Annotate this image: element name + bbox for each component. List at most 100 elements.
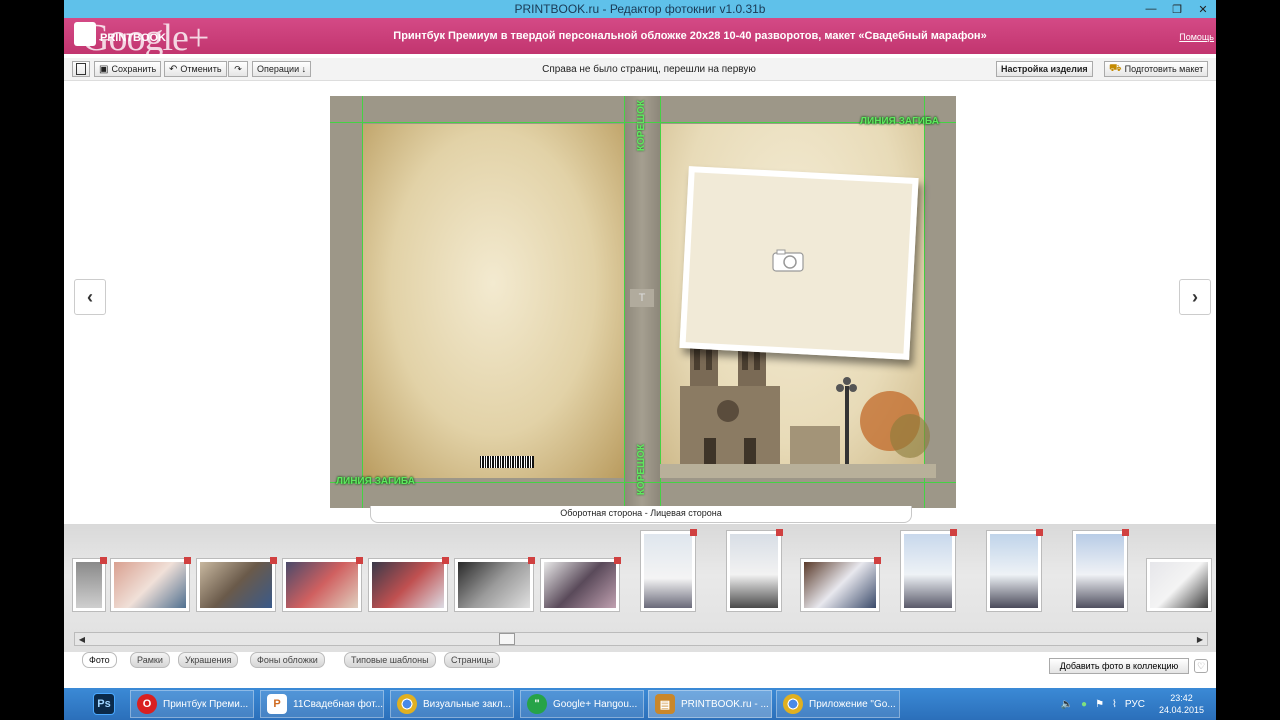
printbook-app-icon: ▤ xyxy=(655,694,675,714)
remove-photo-icon[interactable] xyxy=(442,557,449,564)
speaker-icon[interactable]: 🔈 xyxy=(1061,699,1073,710)
photo-thumbnail[interactable] xyxy=(726,529,783,612)
remove-photo-icon[interactable] xyxy=(690,529,697,536)
back-cover[interactable] xyxy=(362,124,624,478)
remove-photo-icon[interactable] xyxy=(270,557,277,564)
remove-photo-icon[interactable] xyxy=(874,557,881,564)
taskbar-chrome-bookmarks[interactable]: Визуальные закл... xyxy=(390,690,514,718)
operations-button[interactable]: Операции ↓ xyxy=(252,61,312,77)
prev-spread-button[interactable]: ‹ xyxy=(74,279,106,315)
taskbar-photoshop[interactable]: Ps xyxy=(84,690,124,718)
save-button[interactable]: ▣ Сохранить xyxy=(94,61,162,77)
undo-icon: ↶ xyxy=(169,63,178,75)
taskbar-opera[interactable]: O Принтбук Преми... xyxy=(130,690,254,718)
undo-button[interactable]: ↶ Отменить xyxy=(164,61,227,77)
photo-thumbnail[interactable] xyxy=(368,557,449,612)
photo-thumbnail[interactable] xyxy=(72,557,107,612)
opera-icon: O xyxy=(137,694,157,714)
taskbar-hangouts-label: Google+ Hangou... xyxy=(553,698,638,710)
cover-spread[interactable]: ЛИНИЯ ЗАГИБА ЛИНИЯ ЗАГИБА КОРЕШОК КОРЕШО… xyxy=(330,96,956,508)
photo-thumbnail[interactable] xyxy=(640,529,697,612)
photo-thumbnail[interactable] xyxy=(454,557,535,612)
remove-photo-icon[interactable] xyxy=(1036,529,1043,536)
tab-frames[interactable]: Рамки xyxy=(130,652,170,668)
operations-label: Операции ↓ xyxy=(257,64,307,74)
window-title: PRINTBOOK.ru - Редактор фотокниг v1.0.31… xyxy=(514,2,766,16)
tab-photo[interactable]: Фото xyxy=(82,652,117,668)
barcode xyxy=(480,456,534,468)
network-icon[interactable]: ● xyxy=(1081,699,1087,710)
remove-photo-icon[interactable] xyxy=(614,557,621,564)
photo-thumbnail[interactable] xyxy=(282,557,363,612)
remove-photo-icon[interactable] xyxy=(776,529,783,536)
redo-icon: ↷ xyxy=(234,63,242,74)
close-button[interactable]: ✕ xyxy=(1190,0,1216,18)
heart-icon[interactable]: ♡ xyxy=(1194,659,1208,673)
prepare-layout-label: Подготовить макет xyxy=(1124,64,1204,74)
window-title-bar: PRINTBOOK.ru - Редактор фотокниг v1.0.31… xyxy=(64,0,1216,18)
taskbar-powerpoint-label: 11Свадебная фот... xyxy=(293,698,384,710)
clock[interactable]: 23:42 24.04.2015 xyxy=(1159,692,1204,716)
chrome-icon xyxy=(397,694,417,714)
new-button[interactable] xyxy=(72,61,90,77)
add-photo-to-collection-button[interactable]: Добавить фото в коллекцию xyxy=(1049,658,1189,674)
photo-thumbnail[interactable] xyxy=(540,557,621,612)
hangouts-icon: " xyxy=(527,694,547,714)
tab-templates[interactable]: Типовые шаблоны xyxy=(344,652,436,668)
photo-thumbnail[interactable] xyxy=(110,557,191,612)
taskbar-printbook[interactable]: ▤ PRINTBOOK.ru - ... xyxy=(648,690,772,718)
remove-photo-icon[interactable] xyxy=(1122,529,1129,536)
photo-thumbnail[interactable] xyxy=(800,557,881,612)
remove-photo-icon[interactable] xyxy=(528,557,535,564)
taskbar-hangouts[interactable]: " Google+ Hangou... xyxy=(520,690,644,718)
spine-label-top: КОРЕШОК xyxy=(636,100,647,152)
scroll-left-arrow-icon[interactable]: ◀ xyxy=(75,633,89,645)
spine-text-placeholder[interactable]: T xyxy=(630,289,654,307)
photo-thumbnail[interactable] xyxy=(900,529,957,612)
keyboard-language[interactable]: РУС xyxy=(1125,699,1145,710)
remove-photo-icon[interactable] xyxy=(356,557,363,564)
flag-icon[interactable]: ⚑ xyxy=(1095,699,1104,710)
fold-line-label-back: ЛИНИЯ ЗАГИБА xyxy=(336,476,415,487)
taskbar-powerpoint[interactable]: P 11Свадебная фот... xyxy=(260,690,384,718)
clock-date: 24.04.2015 xyxy=(1158,705,1204,715)
taskbar-opera-label: Принтбук Преми... xyxy=(163,698,249,710)
remove-photo-icon[interactable] xyxy=(184,557,191,564)
photoshop-icon: Ps xyxy=(93,693,115,715)
photo-thumbnail[interactable] xyxy=(986,529,1043,612)
help-link[interactable]: Помощь xyxy=(1179,32,1214,42)
new-document-icon xyxy=(76,63,86,75)
remove-photo-icon[interactable] xyxy=(950,529,957,536)
guide-line-spine-left xyxy=(624,96,625,508)
scroll-right-arrow-icon[interactable]: ▶ xyxy=(1193,633,1207,645)
product-settings-label: Настройка изделия xyxy=(1001,64,1088,74)
tab-pages[interactable]: Страницы xyxy=(444,652,501,668)
chevron-right-icon: › xyxy=(1192,286,1198,307)
tab-cover-backgrounds[interactable]: Фоны обложки xyxy=(250,652,325,668)
next-spread-button[interactable]: › xyxy=(1179,279,1211,315)
side-label-bar: Оборотная сторона - Лицевая сторона xyxy=(370,506,912,523)
minimize-button[interactable]: — xyxy=(1138,0,1164,18)
product-title: Принтбук Премиум в твердой персональной … xyxy=(393,30,987,42)
wifi-icon[interactable]: ⌇ xyxy=(1112,699,1117,710)
taskbar-chrome-app[interactable]: Приложение "Go... xyxy=(776,690,900,718)
camera-icon[interactable] xyxy=(772,248,804,272)
toolbar: ▣ Сохранить ↶ Отменить ↷ Операции ↓ Спра… xyxy=(64,58,1216,81)
product-settings-button[interactable]: Настройка изделия xyxy=(996,61,1093,77)
scrollbar-thumb[interactable] xyxy=(499,633,515,645)
remove-photo-icon[interactable] xyxy=(100,557,107,564)
status-message: Справа не было страниц, перешли на перву… xyxy=(542,64,756,75)
clock-time: 23:42 xyxy=(1170,693,1193,703)
prepare-layout-button[interactable]: ⛟ Подготовить макет xyxy=(1104,61,1209,77)
photo-thumbnail[interactable] xyxy=(1072,529,1129,612)
taskbar-chrome-app-label: Приложение "Go... xyxy=(809,698,896,710)
photo-thumbnail[interactable] xyxy=(196,557,277,612)
fold-line-label-front: ЛИНИЯ ЗАГИБА xyxy=(860,116,939,127)
filmstrip-scrollbar[interactable]: ◀ ▶ xyxy=(74,632,1208,646)
printbook-editor-window: PRINTBOOK.ru - Редактор фотокниг v1.0.31… xyxy=(64,0,1216,688)
tab-decorations[interactable]: Украшения xyxy=(178,652,239,668)
system-tray: 🔈 ● ⚑ ⌇ РУС 23:42 24.04.2015 xyxy=(1057,688,1204,720)
maximize-button[interactable]: ❐ xyxy=(1164,0,1190,18)
redo-button[interactable]: ↷ xyxy=(228,61,248,77)
photo-thumbnail[interactable] xyxy=(1146,558,1212,612)
